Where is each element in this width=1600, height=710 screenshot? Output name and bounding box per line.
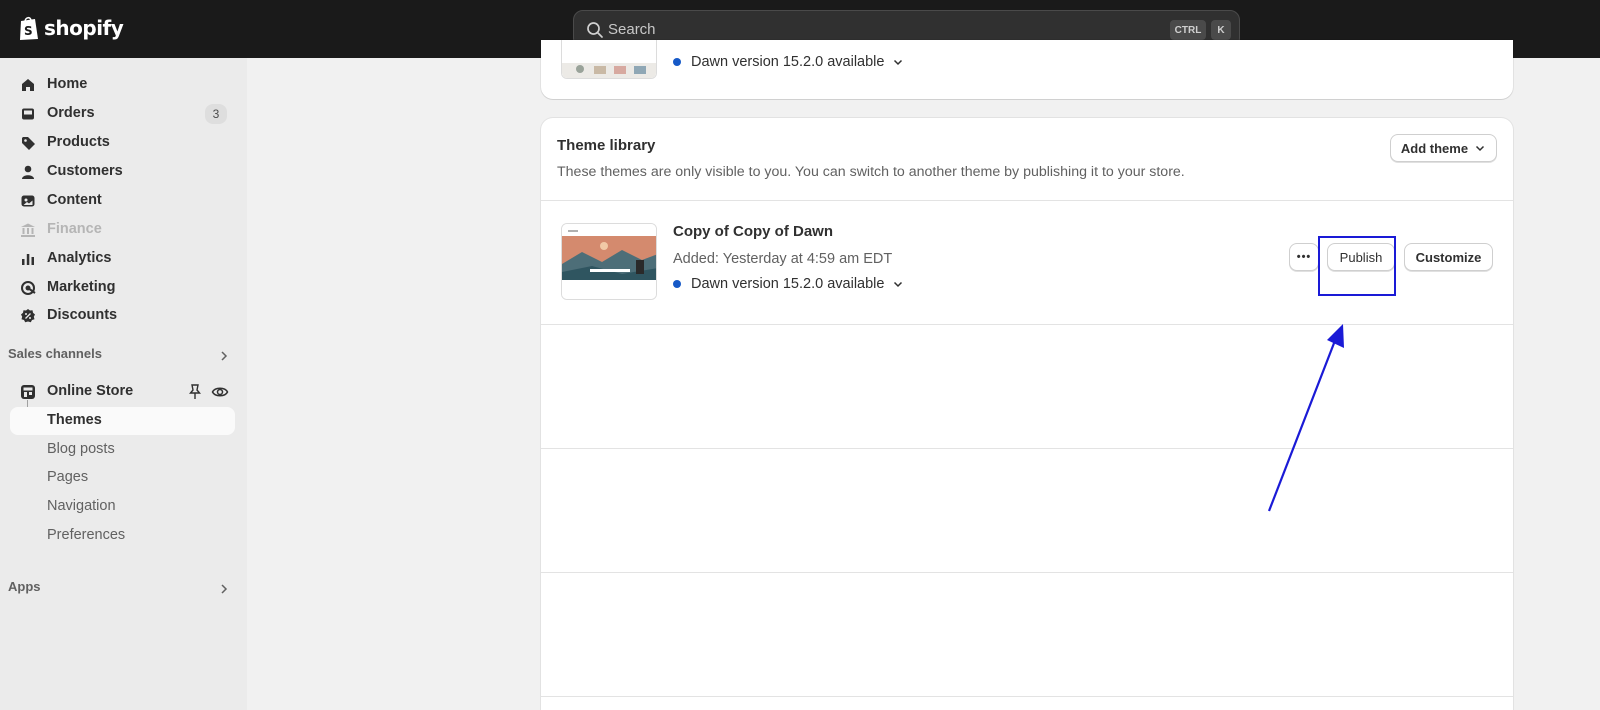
chevron-right-icon[interactable] [218, 350, 230, 362]
divider [541, 572, 1513, 573]
theme-preview-image [562, 224, 656, 299]
chevron-down-icon [894, 281, 903, 288]
sidebar-item-label: Products [47, 134, 110, 150]
version-text: Dawn version 15.2.0 available [691, 54, 885, 70]
discount-icon [21, 309, 35, 323]
pin-icon[interactable] [186, 383, 204, 401]
sidebar-item-pages[interactable]: Pages [10, 464, 235, 492]
theme-name: Copy of Copy of Dawn [673, 223, 833, 240]
more-actions-button[interactable]: ••• [1289, 243, 1319, 271]
sidebar-item-navigation[interactable]: Navigation [10, 493, 235, 521]
eye-icon[interactable] [211, 383, 229, 401]
apps-heading[interactable]: Apps [8, 579, 41, 594]
sidebar-item-label: Analytics [47, 250, 112, 266]
divider [541, 448, 1513, 449]
annotation-arrow-icon [1267, 324, 1344, 512]
theme-preview-image [562, 40, 656, 78]
inbox-icon [22, 108, 34, 120]
person-icon [22, 165, 34, 179]
theme-library-card: Theme library These themes are only visi… [541, 118, 1513, 710]
shopify-bag-icon: S [20, 16, 38, 40]
target-icon [21, 281, 36, 295]
image-icon [21, 195, 35, 207]
sidebar-item-label: Orders [47, 105, 95, 121]
sidebar-item-customers[interactable]: Customers [10, 158, 235, 186]
sidebar-item-label: Discounts [47, 307, 118, 323]
chevron-down-icon [894, 59, 903, 66]
sidebar-item-marketing[interactable]: Marketing [10, 274, 235, 302]
shortcut-ctrl-key: CTRL [1170, 20, 1206, 40]
brand-name: shopify [44, 16, 124, 40]
sidebar-item-home[interactable]: Home [10, 71, 235, 99]
divider [541, 696, 1513, 697]
theme-library-description: These themes are only visible to you. Yo… [557, 164, 1185, 180]
customize-button[interactable]: Customize [1404, 243, 1493, 271]
sidebar-item-label: Marketing [47, 279, 116, 295]
divider [541, 324, 1513, 325]
sidebar-item-label: Blog posts [47, 441, 115, 457]
version-text: Dawn version 15.2.0 available [691, 276, 885, 292]
orders-count-badge: 3 [205, 104, 227, 124]
theme-thumbnail[interactable] [561, 223, 657, 300]
more-actions-icon: ••• [1296, 251, 1312, 263]
sidebar-item-label: Online Store [47, 383, 134, 399]
theme-added-date: Added: Yesterday at 4:59 am EDT [673, 251, 893, 267]
sidebar-item-discounts[interactable]: Discounts [10, 302, 235, 330]
chevron-down-icon [1476, 145, 1485, 152]
customize-label: Customize [1415, 249, 1482, 265]
sidebar-item-preferences[interactable]: Preferences [10, 522, 235, 550]
theme-library-title: Theme library [557, 137, 656, 154]
svg-text:S: S [24, 24, 33, 38]
sidebar-item-label: Themes [47, 412, 102, 428]
annotation-highlight-box [1318, 236, 1396, 296]
theme-version-row[interactable]: Dawn version 15.2.0 available [673, 276, 904, 292]
sidebar-item-content[interactable]: Content [10, 187, 235, 215]
update-available-dot [673, 280, 681, 288]
shortcut-k-key: K [1211, 20, 1231, 40]
sidebar-item-blog-posts[interactable]: Blog posts [10, 436, 235, 464]
shopify-logo[interactable]: S shopify [18, 15, 124, 41]
search-input[interactable] [608, 19, 1108, 39]
divider [541, 200, 1513, 201]
sidebar-item-finance: Finance [10, 216, 235, 244]
sidebar-item-analytics[interactable]: Analytics [10, 245, 235, 273]
home-icon [22, 79, 34, 91]
sidebar-item-label: Pages [47, 469, 89, 485]
current-theme-version-row[interactable]: Dawn version 15.2.0 available [673, 54, 904, 70]
sidebar-item-label: Navigation [47, 498, 116, 514]
current-theme-thumbnail [561, 40, 657, 79]
sidebar-item-label: Customers [47, 163, 123, 179]
current-theme-card: Dawn version 15.2.0 available [541, 40, 1513, 99]
tag-icon [22, 137, 35, 150]
store-icon [21, 385, 35, 399]
add-theme-button[interactable]: Add theme [1390, 134, 1497, 162]
sidebar: Home Orders 3 Products Customers Content… [0, 58, 247, 710]
bar-chart-icon [22, 254, 34, 265]
sidebar-item-label: Preferences [47, 527, 126, 543]
sidebar-item-products[interactable]: Products [10, 129, 235, 157]
sidebar-item-themes[interactable]: Themes [10, 407, 235, 435]
update-available-dot [673, 58, 681, 66]
search-icon [587, 22, 603, 38]
chevron-right-icon[interactable] [218, 583, 230, 595]
sidebar-item-orders[interactable]: Orders 3 [10, 100, 235, 128]
sidebar-item-label: Finance [47, 221, 102, 237]
sidebar-item-label: Content [47, 192, 102, 208]
sales-channels-heading[interactable]: Sales channels [8, 346, 102, 361]
add-theme-label: Add theme [1400, 140, 1469, 156]
bank-icon [21, 223, 35, 237]
sidebar-item-label: Home [47, 76, 88, 92]
